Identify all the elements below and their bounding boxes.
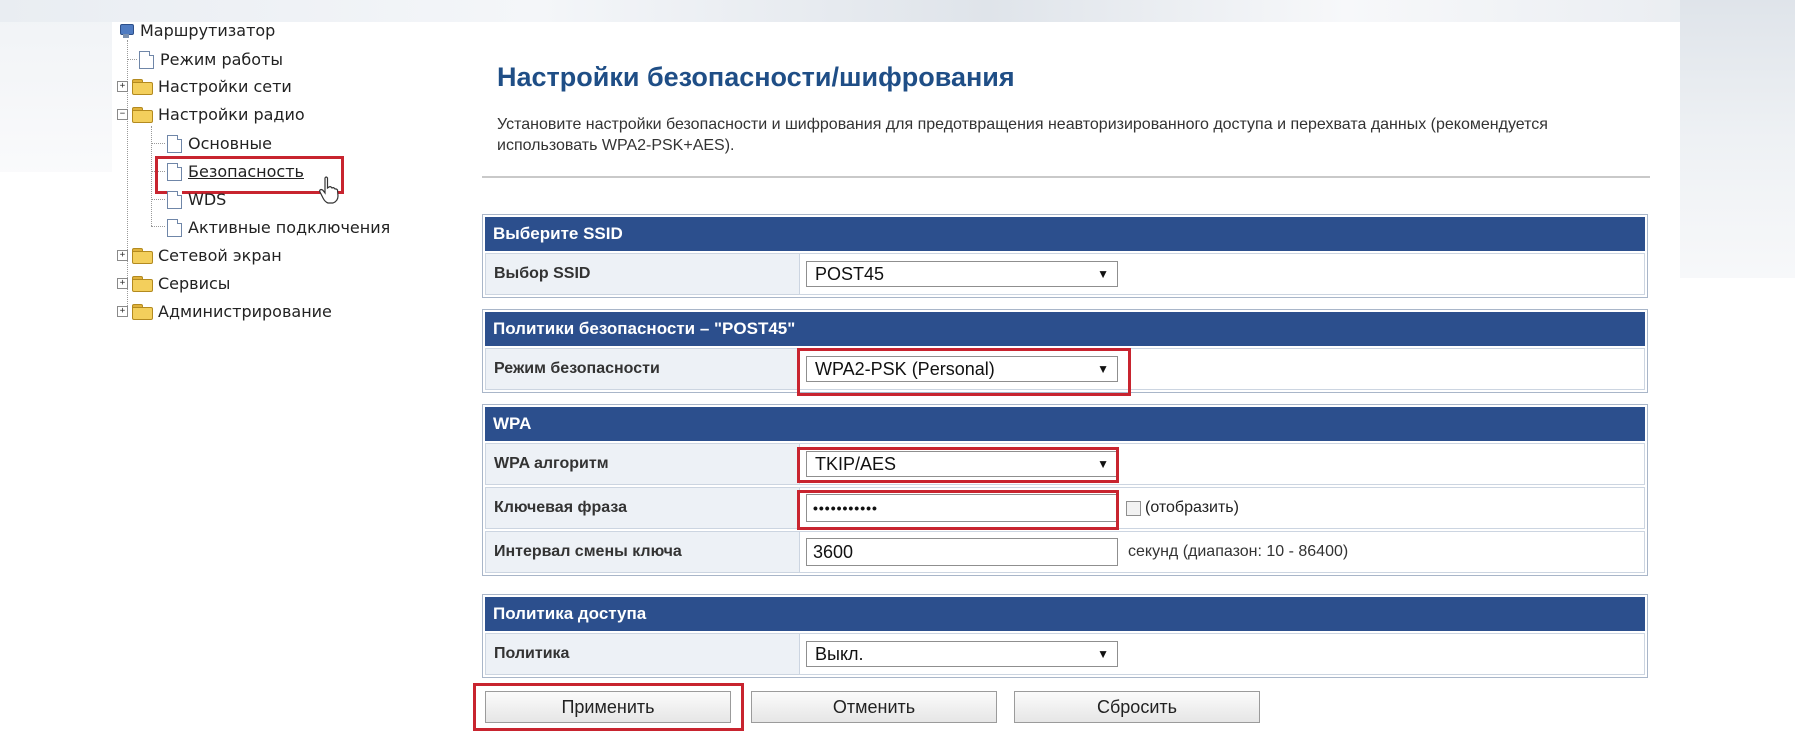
tree-line bbox=[151, 143, 165, 144]
highlight-wpa-algorithm bbox=[797, 447, 1119, 483]
form-row: Выбор SSID POST45 ▼ bbox=[485, 253, 1645, 295]
tree-item-label: Администрирование bbox=[158, 302, 332, 321]
router-icon bbox=[118, 23, 134, 39]
select-value: Выкл. bbox=[815, 643, 864, 664]
form-row: Интервал смены ключа 3600 секунд (диапаз… bbox=[485, 531, 1645, 573]
field-label: Политика bbox=[485, 633, 800, 675]
tree-line bbox=[151, 199, 165, 200]
folder-icon bbox=[132, 79, 153, 95]
dropdown-arrow-icon: ▼ bbox=[1097, 267, 1109, 281]
section-header: Политика доступа bbox=[485, 597, 1645, 631]
folder-icon bbox=[132, 248, 153, 264]
tree-item-mode[interactable]: Режим работы bbox=[139, 50, 283, 69]
document-icon bbox=[167, 190, 182, 209]
collapse-icon[interactable]: − bbox=[117, 109, 128, 120]
tree-line bbox=[127, 59, 137, 60]
field-value: Выкл. ▼ bbox=[800, 633, 1645, 675]
expand-icon[interactable]: + bbox=[117, 81, 128, 92]
tree-item-label: Настройки радио bbox=[158, 105, 305, 124]
page-description: Установите настройки безопасности и шифр… bbox=[497, 116, 1548, 154]
field-label: Выбор SSID bbox=[485, 253, 800, 295]
expand-icon[interactable]: + bbox=[117, 278, 128, 289]
document-icon bbox=[167, 134, 182, 153]
section-access-policy: Политика доступа Политика Выкл. ▼ bbox=[482, 594, 1648, 678]
folder-icon bbox=[132, 276, 153, 292]
expand-icon[interactable]: + bbox=[117, 306, 128, 317]
interval-hint: секунд (диапазон: 10 - 86400) bbox=[1128, 543, 1349, 560]
section-ssid: Выберите SSID Выбор SSID POST45 ▼ bbox=[482, 214, 1648, 298]
tree-item-active-connections[interactable]: Активные подключения bbox=[167, 218, 390, 237]
tree-item-radio[interactable]: − Настройки радио bbox=[117, 105, 305, 124]
field-label: Интервал смены ключа bbox=[485, 531, 800, 573]
folder-icon bbox=[132, 304, 153, 320]
field-label: Режим безопасности bbox=[485, 348, 800, 390]
document-icon bbox=[167, 218, 182, 237]
field-label: Ключевая фраза bbox=[485, 487, 800, 529]
section-header: Выберите SSID bbox=[485, 217, 1645, 251]
tree-item-firewall[interactable]: + Сетевой экран bbox=[117, 246, 282, 265]
highlight-passphrase bbox=[797, 490, 1119, 530]
page-title: Настройки безопасности/шифрования bbox=[497, 62, 1015, 92]
background-right bbox=[1680, 0, 1795, 278]
field-label: WPA алгоритм bbox=[485, 443, 800, 485]
ssid-select[interactable]: POST45 ▼ bbox=[806, 261, 1118, 287]
selection-highlight bbox=[155, 156, 344, 194]
highlight-security-mode bbox=[797, 348, 1131, 396]
tree-item-label: Настройки сети bbox=[158, 77, 292, 96]
tree-item-wds[interactable]: WDS bbox=[167, 190, 226, 209]
show-passphrase-label: (отобразить) bbox=[1145, 499, 1239, 516]
divider bbox=[482, 176, 1650, 178]
tree-item-label: Основные bbox=[188, 134, 273, 153]
show-passphrase-checkbox[interactable] bbox=[1126, 500, 1141, 516]
nav-tree: Маршрутизатор Режим работы + Настройки с… bbox=[0, 0, 420, 330]
cancel-button[interactable]: Отменить bbox=[751, 691, 997, 723]
document-icon bbox=[139, 50, 154, 69]
access-policy-select[interactable]: Выкл. ▼ bbox=[806, 641, 1118, 667]
expand-icon[interactable]: + bbox=[117, 250, 128, 261]
tree-root-label: Маршрутизатор bbox=[140, 21, 276, 40]
tree-item-label: Активные подключения bbox=[188, 218, 391, 237]
key-interval-input[interactable]: 3600 bbox=[806, 538, 1118, 566]
highlight-apply bbox=[473, 683, 744, 731]
section-header: WPA bbox=[485, 407, 1645, 441]
tree-root[interactable]: Маршрутизатор bbox=[118, 21, 275, 40]
dropdown-arrow-icon: ▼ bbox=[1097, 647, 1109, 661]
section-header: Политики безопасности – "POST45" bbox=[485, 312, 1645, 346]
tree-item-network[interactable]: + Настройки сети bbox=[117, 77, 292, 96]
tree-line bbox=[151, 126, 152, 226]
field-value: POST45 ▼ bbox=[800, 253, 1645, 295]
tree-item-administration[interactable]: + Администрирование bbox=[117, 302, 332, 321]
form-row: Политика Выкл. ▼ bbox=[485, 633, 1645, 675]
tree-item-basic[interactable]: Основные bbox=[167, 134, 272, 153]
tree-item-label: Сетевой экран bbox=[158, 246, 282, 265]
tree-item-label: WDS bbox=[188, 190, 227, 209]
hand-cursor-icon bbox=[319, 176, 339, 204]
tree-item-services[interactable]: + Сервисы bbox=[117, 274, 230, 293]
tree-item-label: Сервисы bbox=[158, 274, 231, 293]
select-value: POST45 bbox=[815, 263, 885, 284]
folder-open-icon bbox=[132, 107, 153, 123]
tree-line bbox=[151, 226, 165, 227]
tree-item-label: Режим работы bbox=[160, 50, 284, 69]
reset-button[interactable]: Сбросить bbox=[1014, 691, 1260, 723]
field-value: 3600 секунд (диапазон: 10 - 86400) bbox=[800, 531, 1645, 573]
